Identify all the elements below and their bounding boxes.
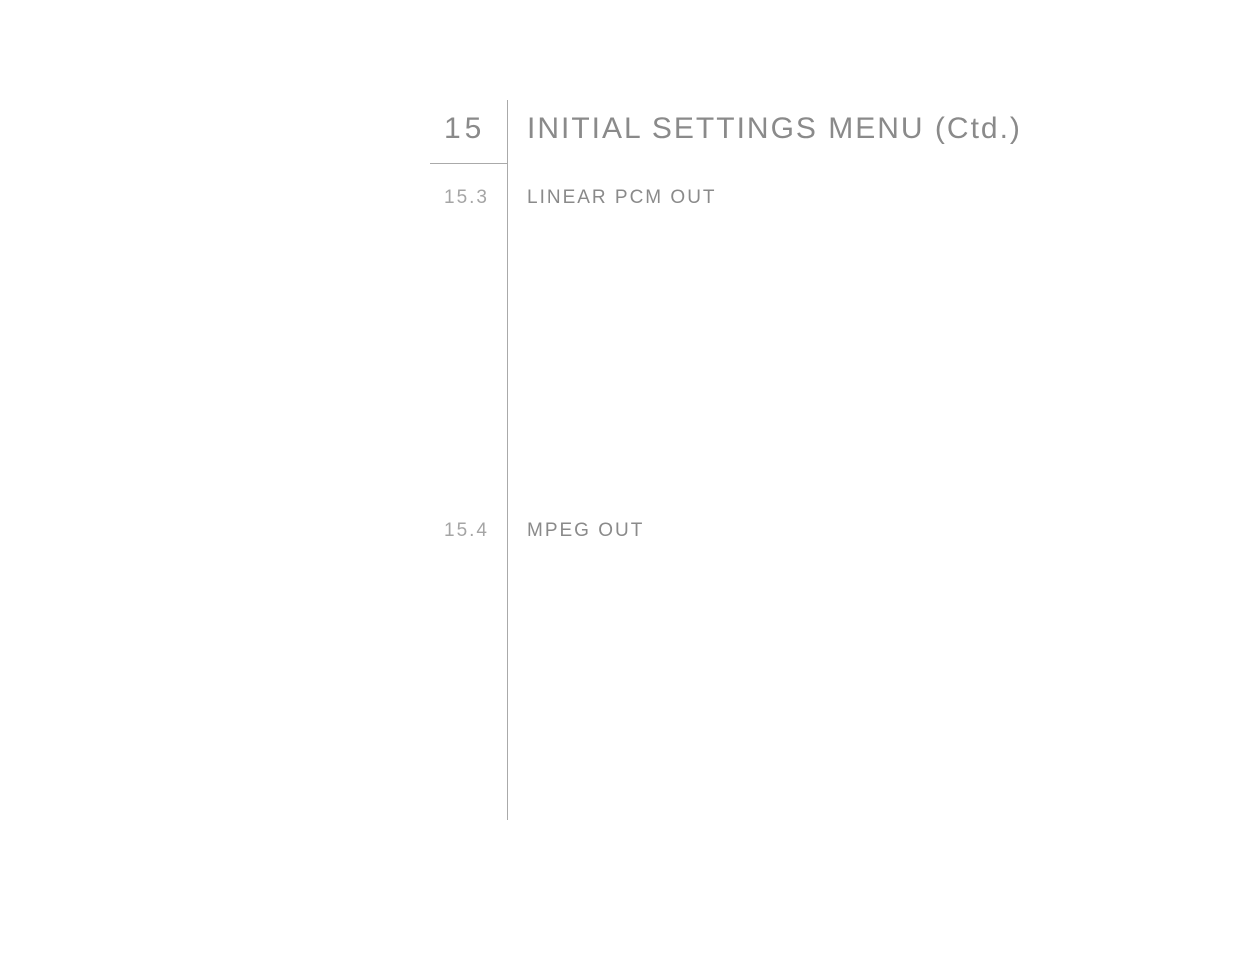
header-underline: [430, 163, 507, 164]
section-number: 15.3: [444, 187, 489, 209]
chapter-title: INITIAL SETTINGS MENU (Ctd.): [527, 112, 1022, 146]
section-title: MPEG OUT: [527, 520, 644, 542]
section-number: 15.4: [444, 520, 489, 542]
vertical-divider: [507, 100, 508, 820]
chapter-number: 15: [444, 112, 485, 146]
section-title: LINEAR PCM OUT: [527, 187, 717, 209]
